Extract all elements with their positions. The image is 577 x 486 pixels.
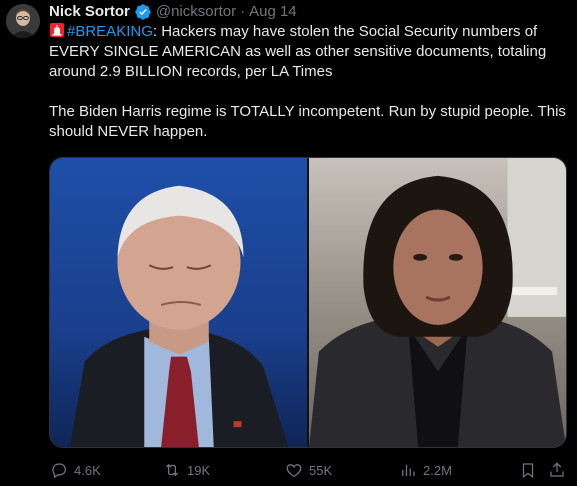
avatar[interactable] — [6, 4, 40, 38]
author-handle[interactable]: @nicksortor — [156, 2, 236, 22]
views-count: 2.2M — [423, 462, 452, 478]
tweet-paragraph-2: The Biden Harris regime is TOTALLY incom… — [49, 103, 566, 140]
views-icon — [402, 464, 415, 476]
left-portrait-image[interactable] — [50, 158, 307, 447]
retweet-icon — [165, 463, 179, 477]
like-icon — [286, 464, 302, 478]
retweet-count: 19K — [187, 462, 211, 478]
tweet-text: #BREAKING: Hackers may have stolen the S… — [49, 22, 569, 142]
tweet-media[interactable] — [49, 157, 567, 448]
views-button[interactable]: 2.2M — [399, 460, 452, 480]
right-portrait-image[interactable] — [308, 158, 566, 447]
siren-icon — [49, 22, 65, 38]
bookmark-icon — [522, 463, 534, 479]
separator-dot: · — [240, 3, 246, 20]
like-button[interactable]: 55K — [285, 460, 332, 480]
tweet[interactable]: Nick Sortor @nicksortor · Aug 14 #BREAKI… — [0, 0, 577, 486]
share-button[interactable] — [548, 460, 566, 480]
share-icon — [550, 462, 564, 477]
retweet-button[interactable]: 19K — [163, 460, 210, 480]
tweet-date[interactable]: Aug 14 — [249, 2, 297, 22]
like-count: 55K — [309, 462, 333, 478]
reply-count: 4.6K — [74, 462, 101, 478]
author-name[interactable]: Nick Sortor — [49, 2, 130, 22]
bookmark-button[interactable] — [519, 460, 537, 480]
reply-icon — [52, 463, 67, 479]
tweet-header: Nick Sortor @nicksortor · Aug 14 — [49, 2, 297, 22]
tweet-paragraph-1: #BREAKING: Hackers may have stolen the S… — [49, 22, 569, 82]
verified-badge-icon[interactable] — [134, 3, 152, 21]
hashtag-breaking[interactable]: #BREAKING — [67, 23, 153, 40]
reply-button[interactable]: 4.6K — [50, 460, 101, 480]
tweet-actions: 4.6K 19K 55K 2.2M — [49, 460, 569, 480]
